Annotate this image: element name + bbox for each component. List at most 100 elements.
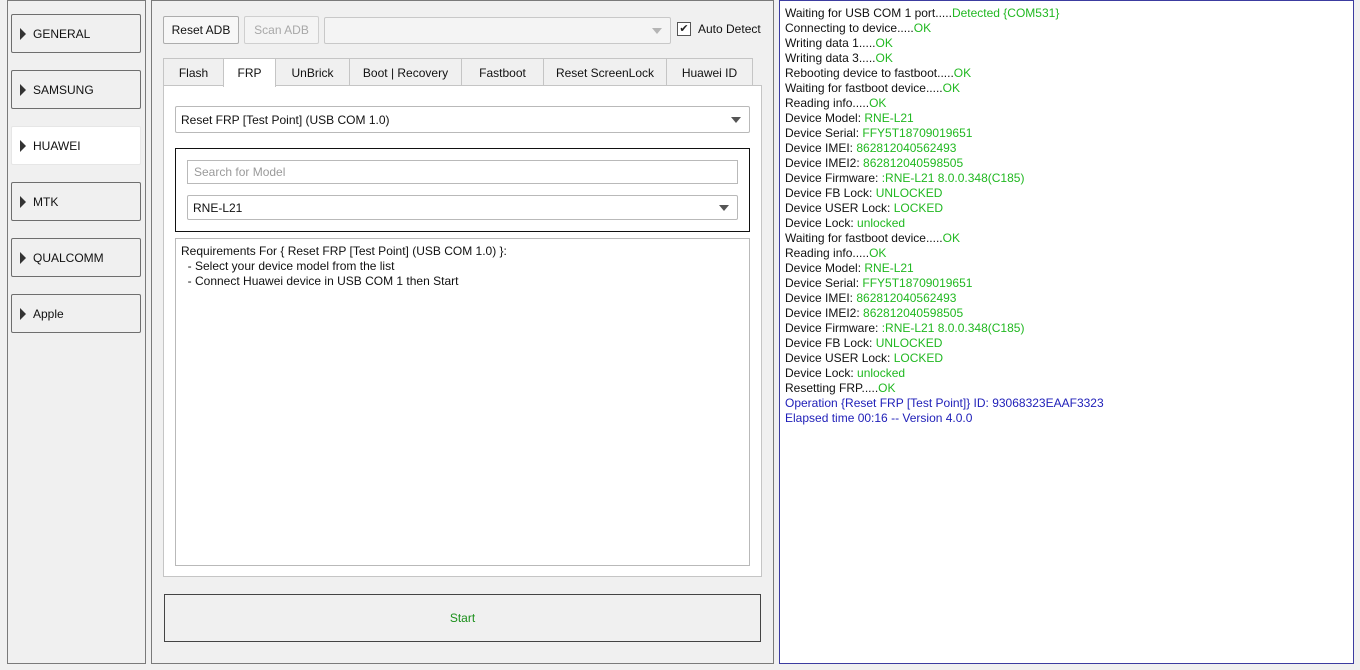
log-line: Device FB Lock: UNLOCKED (785, 186, 1348, 201)
log-line: Waiting for USB COM 1 port.....Detected … (785, 6, 1348, 21)
log-key: Device Serial: (785, 126, 863, 140)
expand-arrow-icon (20, 307, 26, 320)
expand-arrow-icon (20, 83, 26, 96)
scan-adb-button[interactable]: Scan ADB (244, 16, 319, 44)
reset-adb-button[interactable]: Reset ADB (163, 16, 239, 44)
log-line: Waiting for fastboot device.....OK (785, 231, 1348, 246)
port-select[interactable] (324, 17, 671, 44)
model-search-input[interactable] (187, 160, 738, 184)
log-value: OK (942, 81, 960, 95)
model-select[interactable]: RNE-L21 (187, 195, 738, 220)
log-value: OK (878, 381, 896, 395)
nav-item-huawei[interactable]: HUAWEI (11, 126, 141, 165)
log-key: Reading info..... (785, 96, 870, 110)
log-key: Device Lock: (785, 216, 858, 230)
requirements-box: Requirements For { Reset FRP [Test Point… (175, 238, 750, 566)
log-key: Device IMEI: (785, 141, 857, 155)
requirements-title: Requirements For { Reset FRP [Test Point… (181, 244, 507, 258)
log-value: UNLOCKED (875, 336, 943, 350)
nav-item-apple[interactable]: Apple (11, 294, 141, 333)
log-value: RNE-L21 (864, 111, 914, 125)
log-key: Writing data 1..... (785, 36, 876, 50)
log-value: :RNE-L21 8.0.0.348(C185) (881, 321, 1025, 335)
log-line: Device Model: RNE-L21 (785, 261, 1348, 276)
log-key: Device FB Lock: (785, 186, 876, 200)
log-value: OK (875, 36, 893, 50)
log-line: Device Firmware: :RNE-L21 8.0.0.348(C185… (785, 321, 1348, 336)
log-line: Device IMEI: 862812040562493 (785, 141, 1348, 156)
expand-arrow-icon (20, 195, 26, 208)
log-line: Resetting FRP.....OK (785, 381, 1348, 396)
log-value: OK (913, 21, 932, 35)
log-line: Device IMEI2: 862812040598505 (785, 156, 1348, 171)
nav-item-label: Apple (33, 306, 64, 321)
log-line: Reading info.....OK (785, 246, 1348, 261)
log-value: OK (942, 231, 960, 245)
log-line: Device IMEI: 862812040562493 (785, 291, 1348, 306)
tab-flash[interactable]: Flash (163, 58, 224, 86)
nav-item-qualcomm[interactable]: QUALCOMM (11, 238, 141, 277)
log-key: Device Model: (785, 111, 865, 125)
log-line: Elapsed time 00:16 -- Version 4.0.0 (785, 411, 1348, 426)
log-value: OK (953, 66, 972, 80)
log-key: Device IMEI2: (785, 156, 864, 170)
log-value: OK (869, 96, 887, 110)
log-value: 862812040598505 (863, 156, 964, 170)
auto-detect-label: Auto Detect (698, 22, 761, 36)
log-line: Device Model: RNE-L21 (785, 111, 1348, 126)
log-line: Writing data 1.....OK (785, 36, 1348, 51)
log-value: LOCKED (893, 351, 944, 365)
log-key: Device USER Lock: (785, 351, 894, 365)
log-line: Waiting for fastboot device.....OK (785, 81, 1348, 96)
log-value: 862812040598505 (863, 306, 964, 320)
log-value: 862812040562493 (856, 141, 957, 155)
auto-detect-checkbox[interactable]: ✔ (677, 22, 691, 36)
tab-reset-screenlock[interactable]: Reset ScreenLock (543, 58, 667, 86)
category-sidebar: GENERAL SAMSUNG HUAWEI MTK QUALCOMM Appl… (7, 0, 146, 664)
log-line: Device USER Lock: LOCKED (785, 351, 1348, 366)
operation-tabs: Flash FRP UnBrick Boot | Recovery Fastbo… (163, 58, 753, 87)
log-key: Device Firmware: (785, 171, 882, 185)
log-key: Writing data 3..... (785, 51, 876, 65)
log-line: Device Lock: unlocked (785, 216, 1348, 231)
log-line: Connecting to device.....OK (785, 21, 1348, 36)
log-key: Device Model: (785, 261, 865, 275)
frp-operation-select[interactable]: Reset FRP [Test Point] (USB COM 1.0) (175, 106, 750, 133)
nav-item-general[interactable]: GENERAL (11, 14, 141, 53)
log-key: Operation {Reset FRP [Test Point]} ID: 9… (785, 396, 1104, 410)
model-picker-box: RNE-L21 (175, 148, 750, 232)
tab-frp[interactable]: FRP (223, 58, 276, 87)
log-key: Device Serial: (785, 276, 863, 290)
log-line: Device Serial: FFY5T18709019651 (785, 126, 1348, 141)
log-value: LOCKED (893, 201, 944, 215)
log-key: Waiting for fastboot device..... (785, 231, 943, 245)
expand-arrow-icon (20, 139, 26, 152)
start-button[interactable]: Start (164, 594, 761, 642)
model-select-value: RNE-L21 (193, 200, 243, 215)
log-line: Device Lock: unlocked (785, 366, 1348, 381)
requirements-step: - Connect Huawei device in USB COM 1 the… (181, 274, 459, 288)
chevron-down-icon (731, 116, 741, 123)
log-value: unlocked (857, 366, 906, 380)
log-line: Operation {Reset FRP [Test Point]} ID: 9… (785, 396, 1348, 411)
log-output[interactable]: Waiting for USB COM 1 port.....Detected … (779, 0, 1354, 664)
nav-item-label: HUAWEI (33, 138, 81, 153)
tab-fastboot[interactable]: Fastboot (461, 58, 544, 86)
log-value: OK (875, 51, 893, 65)
nav-item-samsung[interactable]: SAMSUNG (11, 70, 141, 109)
log-key: Waiting for USB COM 1 port..... (785, 6, 952, 20)
tab-boot-recovery[interactable]: Boot | Recovery (349, 58, 462, 86)
frp-operation-value: Reset FRP [Test Point] (USB COM 1.0) (181, 112, 390, 127)
log-key: Device Lock: (785, 366, 858, 380)
nav-item-label: MTK (33, 194, 59, 209)
tab-unbrick[interactable]: UnBrick (275, 58, 350, 86)
auto-detect-toggle[interactable]: ✔ Auto Detect (677, 22, 761, 36)
log-line: Device USER Lock: LOCKED (785, 201, 1348, 216)
log-key: Waiting for fastboot device..... (785, 81, 943, 95)
log-value: FFY5T18709019651 (862, 276, 973, 290)
nav-item-mtk[interactable]: MTK (11, 182, 141, 221)
nav-item-label: SAMSUNG (33, 82, 94, 97)
log-value: OK (869, 246, 887, 260)
log-key: Device USER Lock: (785, 201, 894, 215)
tab-huawei-id[interactable]: Huawei ID (666, 58, 753, 86)
